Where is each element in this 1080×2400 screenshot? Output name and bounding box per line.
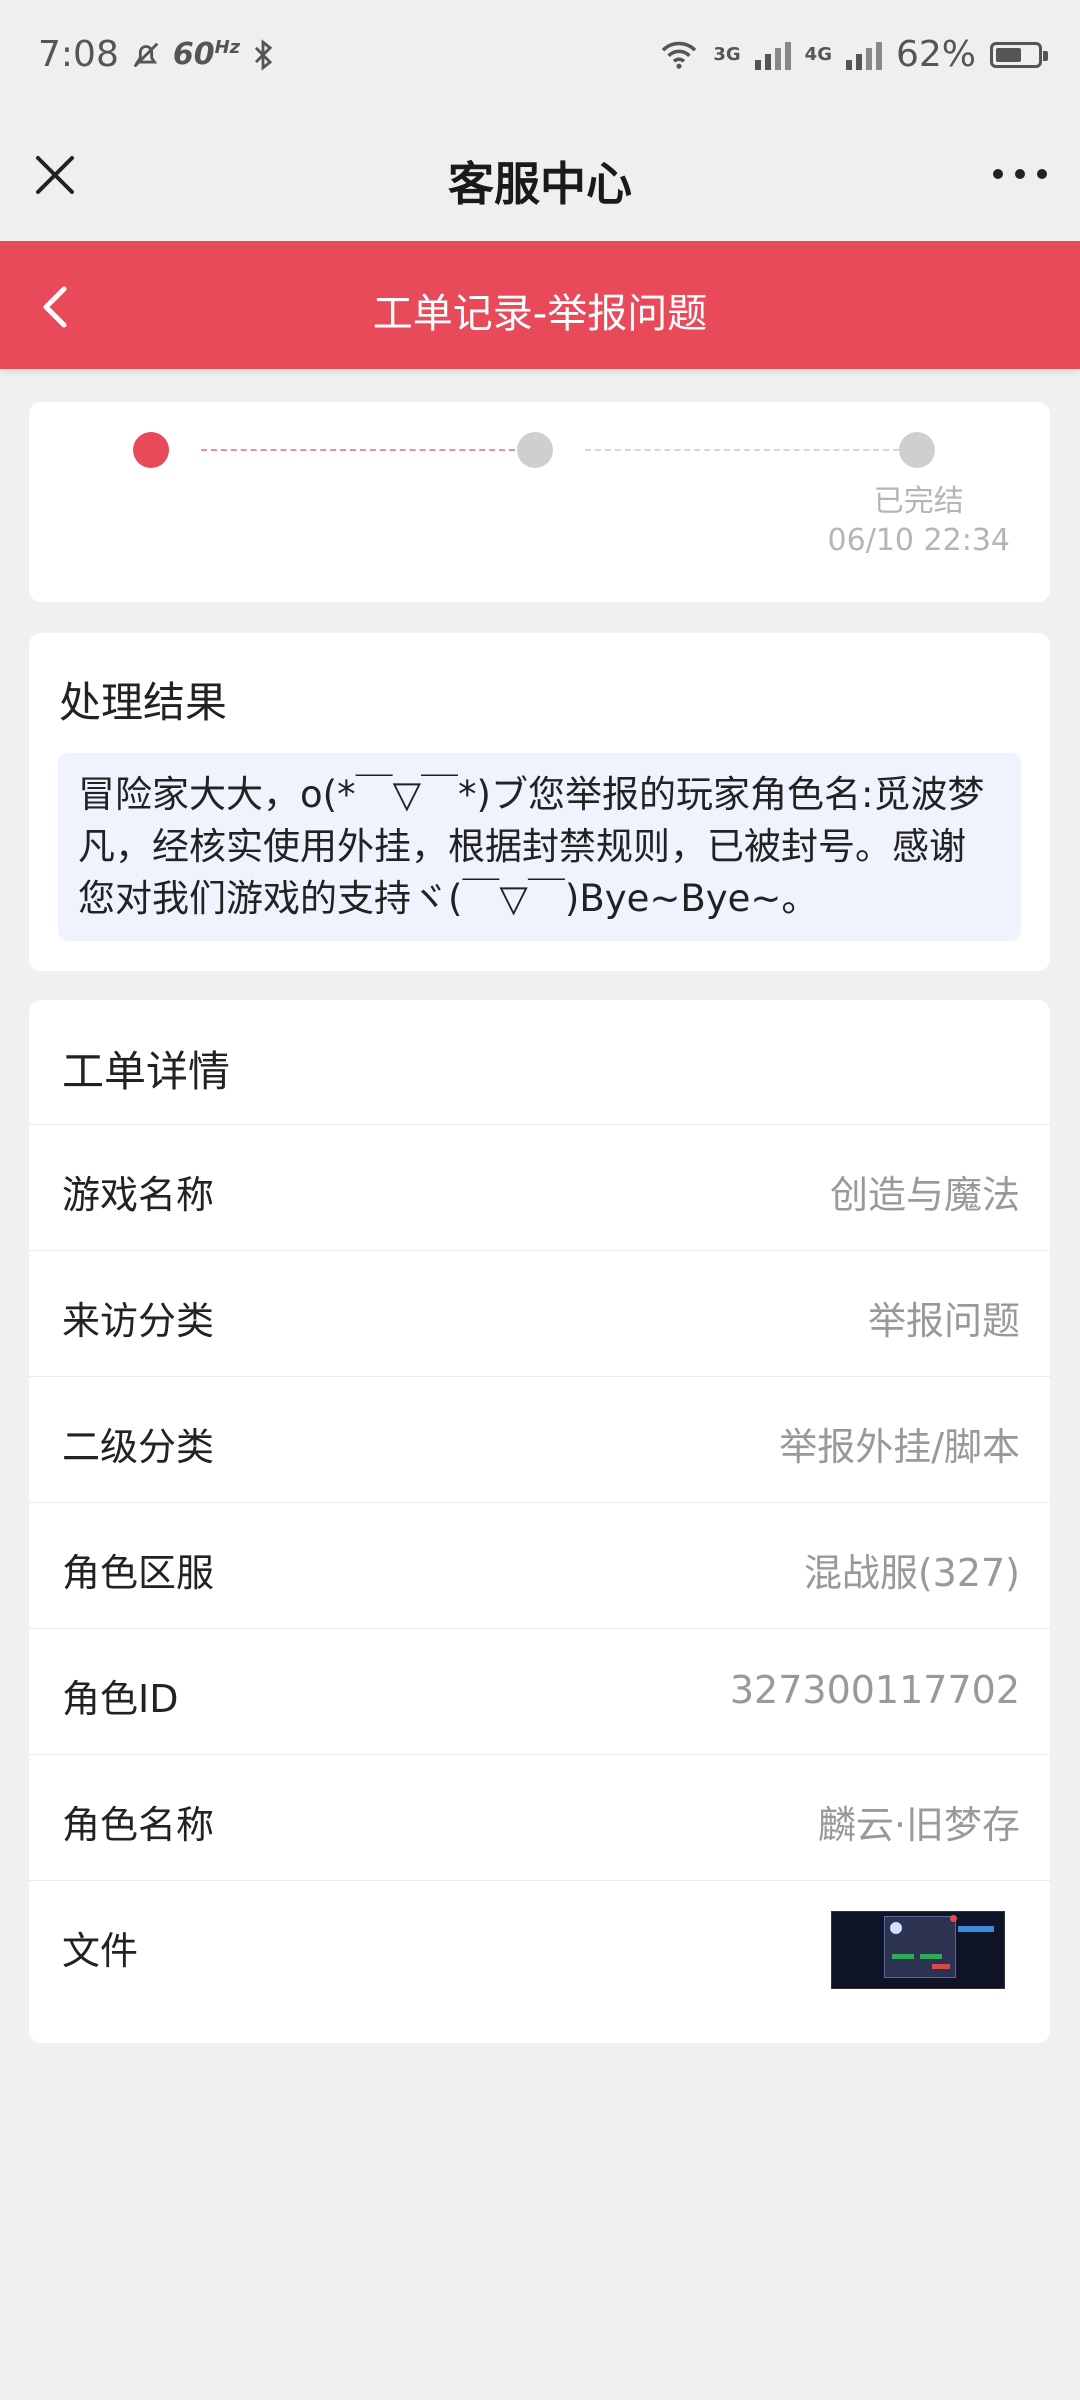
- step-3-label: 已完结 06/10 22:34: [828, 482, 1010, 560]
- net-type-3g: 3G: [713, 44, 741, 65]
- detail-row-game-name: 游戏名称 创造与魔法: [29, 1124, 1050, 1251]
- thumb-button: [920, 1954, 942, 1959]
- detail-value: 举报问题: [867, 1299, 1020, 1343]
- details-heading: 工单详情: [62, 1047, 231, 1096]
- thumb-button: [892, 1954, 914, 1959]
- net-type-4g: 4G: [804, 44, 832, 65]
- mute-bell-icon: [133, 42, 159, 67]
- detail-value: 创造与魔法: [829, 1173, 1020, 1217]
- step-3-time: 06/10 22:34: [827, 523, 1010, 558]
- thumb-button: [958, 1926, 994, 1932]
- result-message: 冒险家大大，o(*￣▽￣*)ブ您举报的玩家角色名:觅波梦凡，经核实使用外挂，根据…: [58, 753, 1021, 941]
- title-bar: 客服中心: [0, 110, 1080, 240]
- detail-value: 举报外挂/脚本: [779, 1425, 1020, 1469]
- detail-label: 角色ID: [62, 1677, 179, 1721]
- detail-label: 游戏名称: [62, 1173, 215, 1217]
- step-1-line: [201, 449, 515, 451]
- detail-value: 327300117702: [729, 1668, 1020, 1712]
- ticket-header: 工单记录-举报问题: [0, 241, 1080, 369]
- signal-icon-2: [845, 40, 882, 70]
- status-bar: 7:08 60Hz 3G 4G 62%: [0, 0, 1080, 110]
- more-icon[interactable]: [990, 162, 1050, 186]
- detail-label: 二级分类: [62, 1425, 215, 1469]
- detail-label: 文件: [62, 1929, 139, 1973]
- detail-value: 混战服(327): [803, 1551, 1020, 1595]
- detail-label: 来访分类: [62, 1299, 215, 1343]
- bluetooth-icon: [255, 38, 273, 71]
- step-3-status: 已完结: [873, 484, 964, 519]
- detail-row-file: 文件: [29, 1880, 1050, 2007]
- battery-percent: 62%: [895, 34, 976, 75]
- step-3-dot: [899, 432, 935, 468]
- page-title: 客服中心: [448, 157, 632, 211]
- wifi-icon: [662, 41, 697, 69]
- detail-label: 角色区服: [62, 1551, 215, 1595]
- refresh-rate: 60Hz: [172, 37, 241, 72]
- status-time: 7:08: [38, 34, 119, 75]
- step-1-dot: [133, 432, 169, 468]
- battery-icon: [990, 41, 1048, 68]
- detail-row-visit-category: 来访分类 举报问题: [29, 1250, 1050, 1377]
- detail-label: 角色名称: [62, 1803, 215, 1847]
- status-left: 7:08 60Hz: [38, 34, 276, 75]
- result-card: 处理结果 冒险家大大，o(*￣▽￣*)ブ您举报的玩家角色名:觅波梦凡，经核实使用…: [29, 633, 1050, 971]
- thumb-avatar: [890, 1922, 902, 1934]
- status-right: 3G 4G 62%: [659, 34, 1048, 75]
- ticket-header-title: 工单记录-举报问题: [372, 291, 708, 337]
- detail-row-sub-category: 二级分类 举报外挂/脚本: [29, 1376, 1050, 1503]
- step-2-line: [585, 449, 899, 451]
- detail-row-server: 角色区服 混战服(327): [29, 1502, 1050, 1629]
- detail-value: 麟云·旧梦存: [817, 1803, 1020, 1847]
- details-card: 工单详情 游戏名称 创造与魔法 来访分类 举报问题 二级分类 举报外挂/脚本 角…: [29, 1000, 1050, 2043]
- file-thumbnail[interactable]: [831, 1911, 1005, 1989]
- signal-icon-1: [754, 40, 791, 70]
- detail-row-role-name: 角色名称 麟云·旧梦存: [29, 1754, 1050, 1881]
- progress-card: 已完结 06/10 22:34: [29, 402, 1050, 602]
- battery-fill: [996, 47, 1021, 62]
- result-heading: 处理结果: [59, 678, 228, 727]
- step-2-dot: [517, 432, 553, 468]
- thumb-button: [932, 1964, 950, 1969]
- thumb-badge: [950, 1915, 957, 1922]
- detail-row-role-id: 角色ID 327300117702: [29, 1628, 1050, 1755]
